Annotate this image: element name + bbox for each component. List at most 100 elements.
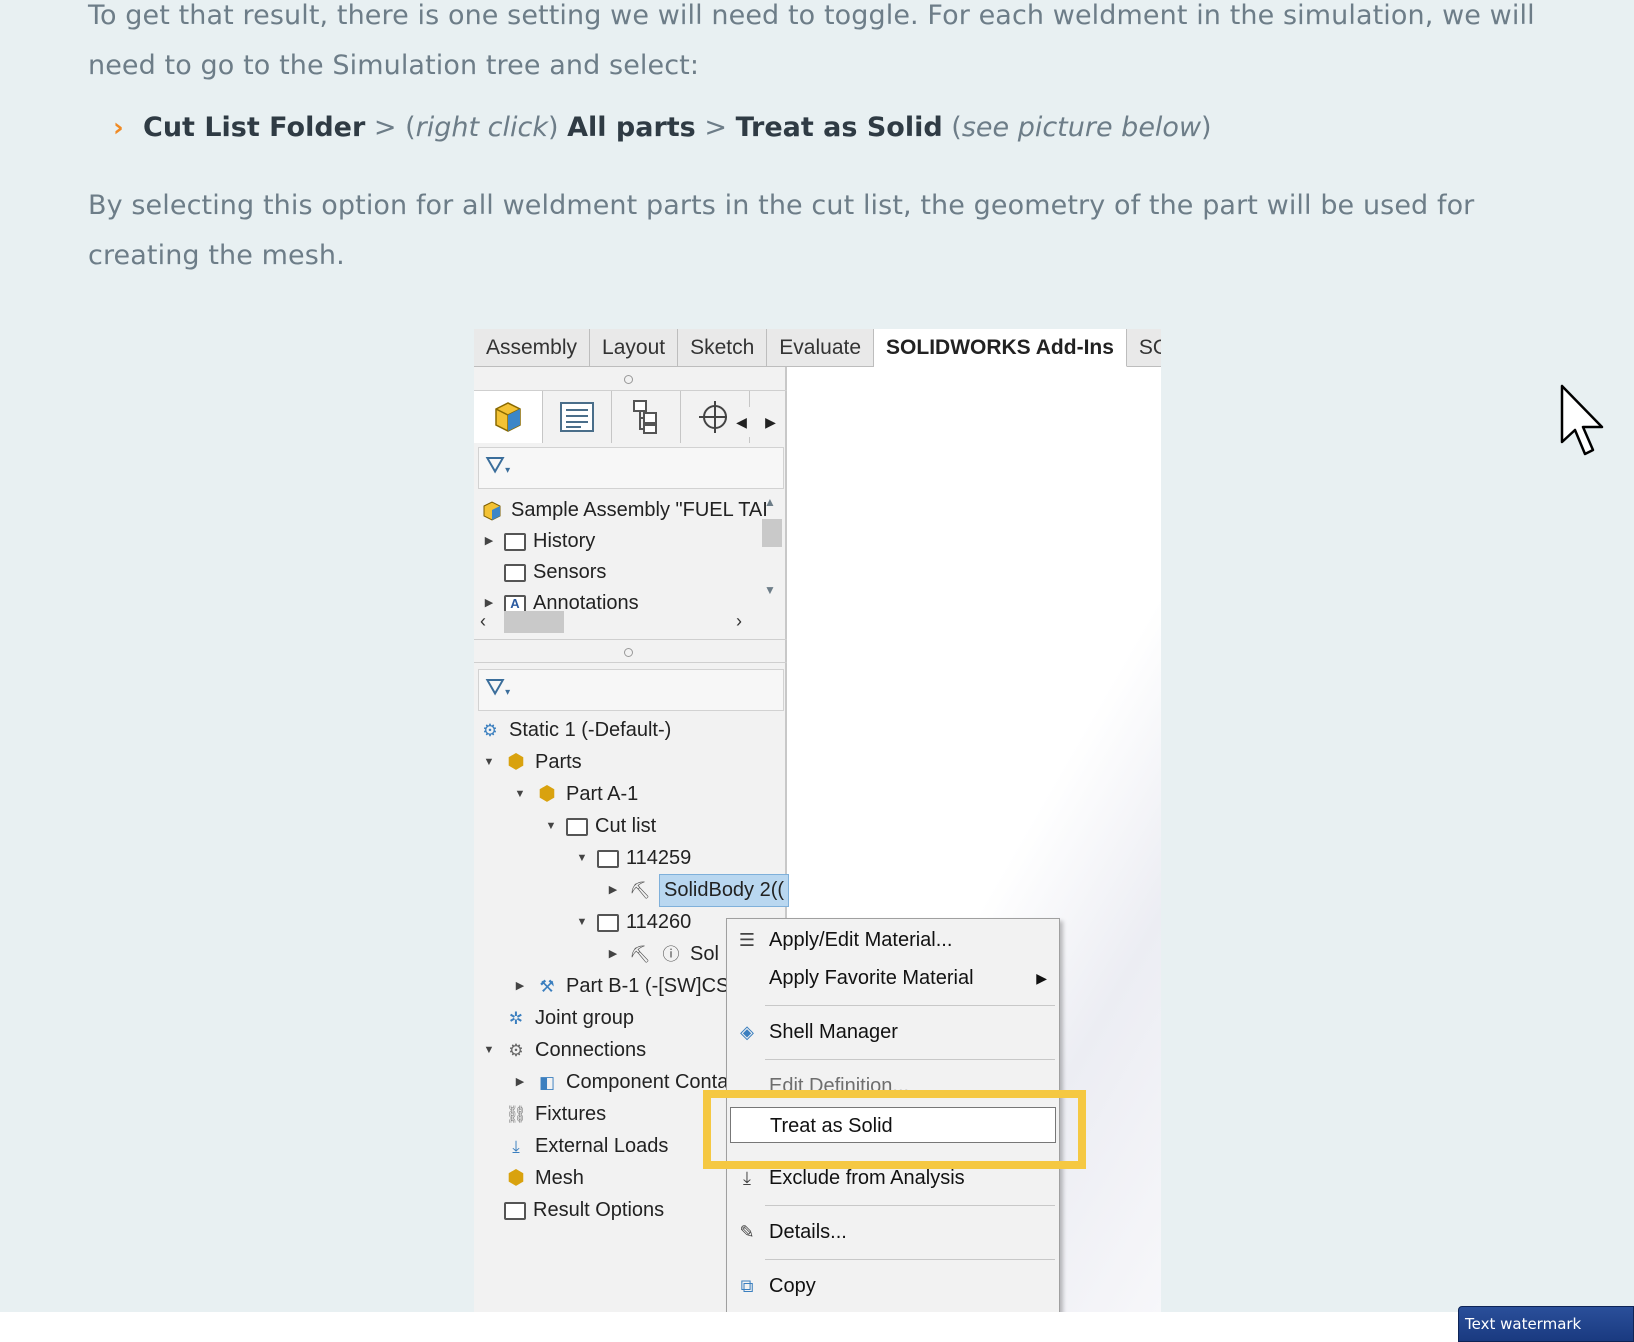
scroll-thumb[interactable] xyxy=(762,519,782,547)
tree-item-external-loads[interactable]: ⤓ External Loads xyxy=(504,1131,668,1162)
expand-arrow-icon[interactable]: ▶ xyxy=(513,1067,527,1098)
expand-arrow-icon[interactable]: ▶ xyxy=(606,875,620,906)
collapse-arrow-icon[interactable]: ▼ xyxy=(482,1035,496,1066)
shell-icon: ◈ xyxy=(740,1022,754,1042)
tree-item-label: Parts xyxy=(535,751,582,773)
scroll-down-icon[interactable]: ▼ xyxy=(764,583,776,597)
scroll-up-icon[interactable]: ▲ xyxy=(764,495,776,509)
property-manager-icon[interactable] xyxy=(543,391,612,443)
menu-item-details[interactable]: ✎ Details... xyxy=(727,1214,1061,1250)
all-parts-text: All parts xyxy=(567,112,696,143)
arrow-right-icon[interactable]: ▶ xyxy=(756,407,785,437)
mouse-cursor-icon xyxy=(1560,384,1604,456)
cut-list-item-icon xyxy=(597,913,619,932)
fixtures-icon: ⛓ xyxy=(505,1105,527,1124)
menu-separator xyxy=(765,1005,1055,1006)
tree-item-label: Part B-1 (-[SW]CS xyxy=(566,975,730,997)
tree-item-label: Connections xyxy=(535,1039,647,1061)
part-icon: ⬢ xyxy=(538,783,556,805)
mesh-icon: ⬢ xyxy=(507,1167,525,1189)
collapse-arrow-icon[interactable]: ▼ xyxy=(482,747,496,778)
weldment-body-icon: ⛏ xyxy=(629,881,651,900)
tree-item-connections[interactable]: ▼ ⚙ Connections xyxy=(482,1035,647,1066)
scroll-left-icon[interactable]: ‹ xyxy=(480,607,486,635)
tree-item-114260[interactable]: ▼ 114260 xyxy=(575,907,692,938)
collapse-arrow-icon[interactable]: ▼ xyxy=(575,843,589,874)
bullet-separator: ) xyxy=(547,112,568,143)
tree-item-cut-list[interactable]: ▼ Cut list xyxy=(544,811,657,842)
filter-icon: ⛛▾ xyxy=(485,674,511,701)
collapse-arrow-icon[interactable]: ▼ xyxy=(513,779,527,810)
cut-list-folder-text: Cut List Folder xyxy=(143,112,366,143)
copy-icon: ⧉ xyxy=(740,1276,754,1296)
scroll-right-icon[interactable]: › xyxy=(736,607,742,635)
tab-evaluate[interactable]: Evaluate xyxy=(767,329,875,367)
menu-separator xyxy=(765,1059,1055,1060)
expand-arrow-icon[interactable]: ▶ xyxy=(513,971,527,1002)
instruction-bullet: › Cut List Folder > ( right click ) All … xyxy=(113,103,1212,153)
menu-item-copy[interactable]: ⧉ Copy xyxy=(727,1268,1061,1304)
chevron-right-icon: › xyxy=(113,113,124,143)
menu-item-apply-favorite-material[interactable]: Apply Favorite Material ▶ xyxy=(727,960,1061,996)
menu-item-apply-edit-material[interactable]: ☰ Apply/Edit Material... xyxy=(727,922,1061,958)
tree-item-label: Result Options xyxy=(533,1199,665,1221)
pane-splitter-handle[interactable] xyxy=(474,367,787,391)
arrow-left-icon[interactable]: ◀ xyxy=(727,407,756,437)
manager-scroll-arrows: ◀ ▶ xyxy=(727,407,785,437)
feature-tree-filter[interactable]: ⛛▾ xyxy=(478,447,784,489)
menu-item-label: Shell Manager xyxy=(769,1021,898,1043)
tree-item-label: Joint group xyxy=(535,1007,634,1029)
assembly-icon xyxy=(480,500,504,522)
tree-item-solidbody[interactable]: ▶ ⛏ ⓘ Sol xyxy=(606,939,719,970)
tree-item-study[interactable]: ⚙ Static 1 (-Default-) xyxy=(478,715,671,746)
feature-tree-hscroll[interactable]: ‹ › xyxy=(474,607,787,635)
tab-layout[interactable]: Layout xyxy=(590,329,679,367)
feature-manager-icon[interactable] xyxy=(474,391,543,443)
tab-soli[interactable]: SOLI xyxy=(1127,329,1161,367)
tree-item-assembly[interactable]: Sample Assembly "FUEL TAI xyxy=(480,495,768,526)
tree-item-label: Static 1 (-Default-) xyxy=(509,719,672,741)
tree-item-component-contact[interactable]: ▶ ◧ Component Conta xyxy=(513,1067,729,1098)
feature-tree-vscroll[interactable]: ▲ ▼ xyxy=(760,495,782,605)
beam-part-icon: ⚒ xyxy=(539,977,555,996)
parts-icon: ⬢ xyxy=(507,751,525,773)
configuration-manager-icon[interactable] xyxy=(612,391,681,443)
bullet-separator: > xyxy=(695,112,736,143)
intro-paragraph: To get that result, there is one setting… xyxy=(88,0,1535,81)
bullet-separator: > ( xyxy=(365,112,416,143)
tree-item-label: History xyxy=(533,530,596,552)
tree-item-sensors[interactable]: Sensors xyxy=(504,557,606,588)
tree-item-mesh[interactable]: ⬢ Mesh xyxy=(504,1163,584,1194)
tab-solidworks-add-ins[interactable]: SOLIDWORKS Add-Ins xyxy=(874,329,1127,367)
tree-item-label: Sample Assembly "FUEL TAI xyxy=(511,499,768,521)
tab-sketch[interactable]: Sketch xyxy=(678,329,768,367)
tree-item-label: Mesh xyxy=(535,1167,584,1189)
tree-item-114259[interactable]: ▼ 114259 xyxy=(575,843,692,874)
filter-icon: ⛛▾ xyxy=(485,452,511,479)
tree-item-joint-group[interactable]: ✲ Joint group xyxy=(504,1003,634,1034)
tree-item-parts[interactable]: ▼ ⬢ Parts xyxy=(482,747,582,778)
explanation-paragraph: By selecting this option for all weldmen… xyxy=(88,190,1475,271)
scroll-thumb[interactable] xyxy=(504,611,564,633)
tree-item-history[interactable]: ▶ History xyxy=(482,526,595,557)
menu-item-shell-manager[interactable]: ◈ Shell Manager xyxy=(727,1014,1061,1050)
tree-item-label: Sensors xyxy=(533,561,607,583)
history-icon xyxy=(504,532,526,551)
collapse-arrow-icon[interactable]: ▼ xyxy=(544,811,558,842)
tree-item-result-options[interactable]: Result Options xyxy=(504,1195,664,1226)
bullet-separator: ) xyxy=(1201,112,1212,143)
tree-item-part-b[interactable]: ▶ ⚒ Part B-1 (-[SW]CS xyxy=(513,971,730,1002)
expand-arrow-icon[interactable]: ▶ xyxy=(482,526,496,557)
tree-item-solidbody-2[interactable]: ▶ ⛏ SolidBody 2(( xyxy=(606,874,790,907)
tree-item-part-a[interactable]: ▼ ⬢ Part A-1 xyxy=(513,779,639,810)
tree-item-label: Cut list xyxy=(595,815,657,837)
expand-arrow-icon[interactable]: ▶ xyxy=(606,939,620,970)
collapse-arrow-icon[interactable]: ▼ xyxy=(575,907,589,938)
tree-item-fixtures[interactable]: ⛓ Fixtures xyxy=(504,1099,606,1130)
menu-item-label: Exclude from Analysis xyxy=(769,1167,965,1189)
simulation-tree-filter[interactable]: ⛛▾ xyxy=(478,669,784,711)
connections-icon: ⚙ xyxy=(508,1041,524,1060)
pane-splitter-handle[interactable] xyxy=(474,639,787,663)
tab-assembly[interactable]: Assembly xyxy=(474,329,591,367)
joint-group-icon: ✲ xyxy=(508,1009,524,1028)
